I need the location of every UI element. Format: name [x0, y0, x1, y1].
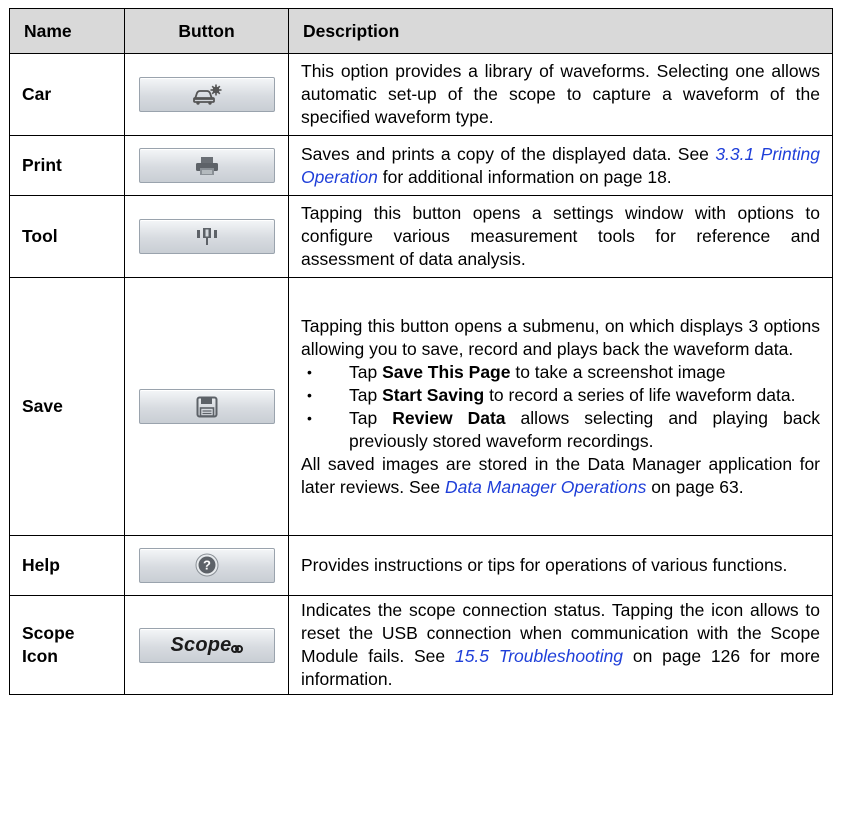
help-icon: ? [195, 553, 218, 577]
scope-logo-icon: Scope [170, 633, 232, 656]
tool-icon [196, 227, 217, 245]
row-name: Tool [9, 195, 125, 278]
header-description: Description [288, 8, 833, 54]
review-data-label: Review Data [392, 407, 506, 428]
button-description-table: Name Button Description Car This option … [9, 8, 833, 695]
start-saving-label: Start Saving [382, 384, 485, 405]
table-row: Help ? Provides instructions or tips for… [9, 535, 833, 596]
save-this-page-label: Save This Page [382, 361, 511, 382]
list-item: Tap Review Data allows selecting and pla… [301, 407, 820, 453]
row-description: This option provides a library of wavefo… [301, 61, 820, 127]
save-intro: Tapping this button opens a submenu, on … [301, 315, 820, 359]
troubleshooting-link[interactable]: 15.5 Troubleshooting [455, 646, 623, 666]
row-description-tail: for additional information on page 18. [377, 166, 672, 187]
car-button[interactable] [138, 77, 275, 112]
row-name: Help [9, 535, 125, 596]
scope-connection-button[interactable]: Scope [138, 627, 275, 663]
list-item: Tap Start Saving to record a series of l… [301, 384, 820, 407]
table-row: Save Tapping this button opens a submenu… [9, 277, 833, 536]
link-icon [230, 645, 243, 653]
row-name: Save [9, 277, 125, 536]
printer-icon [195, 156, 218, 175]
row-description: Tapping this button opens a settings win… [301, 203, 820, 269]
row-name: Car [9, 53, 125, 136]
list-item: Tap Save This Page to take a screenshot … [301, 361, 820, 384]
table-row: Car This option provides a library of wa… [9, 53, 833, 136]
save-options-list: Tap Save This Page to take a screenshot … [301, 361, 820, 453]
tool-button[interactable] [138, 219, 275, 254]
print-button[interactable] [138, 148, 275, 183]
table-row: Print Saves and prints a copy of the dis… [9, 135, 833, 196]
row-description: Provides instructions or tips for operat… [301, 555, 788, 575]
table-header-row: Name Button Description [9, 8, 833, 54]
save-button[interactable] [138, 389, 275, 424]
car-settings-icon [192, 84, 221, 105]
header-button: Button [124, 8, 289, 54]
table-row: Scope Icon Scope Indicates the scope con… [9, 595, 833, 695]
data-manager-operations-link[interactable]: Data Manager Operations [445, 477, 646, 497]
header-name: Name [9, 8, 125, 54]
row-name: Print [9, 135, 125, 196]
table-row: Tool Tapping this button opens a setting… [9, 195, 833, 278]
row-description: Saves and prints a copy of the displayed… [301, 143, 716, 164]
floppy-disk-icon [196, 396, 217, 417]
save-outro: All saved images are stored in the Data … [301, 453, 820, 497]
svg-text:?: ? [203, 558, 211, 573]
help-button[interactable]: ? [138, 547, 275, 583]
row-name: Scope Icon [9, 595, 125, 695]
